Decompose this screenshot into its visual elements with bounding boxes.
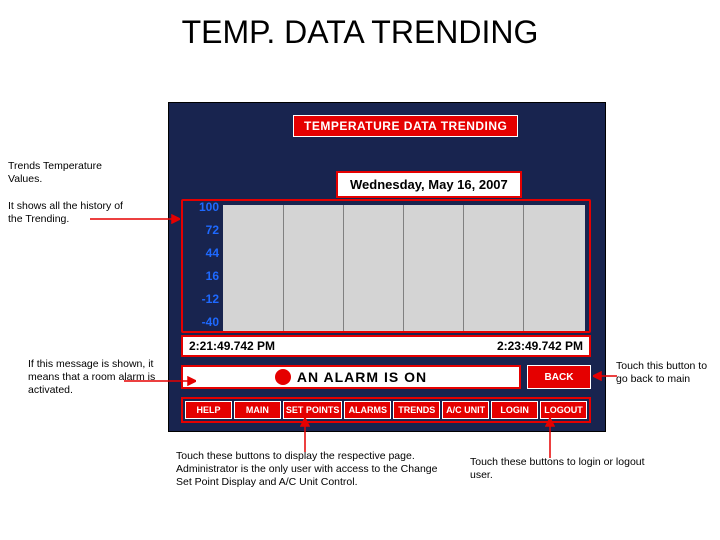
alarms-button[interactable]: ALARMS bbox=[344, 401, 391, 419]
alarm-text: AN ALARM IS ON bbox=[297, 369, 427, 385]
main-button[interactable]: MAIN bbox=[234, 401, 281, 419]
arrow-icon bbox=[300, 418, 310, 452]
page-title: TEMP. DATA TRENDING bbox=[0, 0, 720, 51]
annotation-trends-values: Trends Temperature Values. bbox=[8, 160, 138, 186]
hmi-title-badge: TEMPERATURE DATA TRENDING bbox=[293, 115, 518, 137]
arrow-icon bbox=[593, 371, 617, 381]
chart-grid-area bbox=[223, 205, 585, 331]
y-tick: -40 bbox=[187, 316, 219, 328]
time-start: 2:21:49.742 PM bbox=[189, 339, 275, 353]
y-tick: 72 bbox=[187, 224, 219, 236]
logout-button[interactable]: LOGOUT bbox=[540, 401, 587, 419]
annotation-nav-buttons: Touch these buttons to display the respe… bbox=[176, 450, 446, 489]
trends-button[interactable]: TRENDS bbox=[393, 401, 440, 419]
nav-button-bar: HELP MAIN SET POINTS ALARMS TRENDS A/C U… bbox=[181, 397, 591, 423]
arrow-icon bbox=[90, 214, 180, 224]
y-tick: -12 bbox=[187, 293, 219, 305]
arrow-icon bbox=[545, 418, 555, 458]
time-axis: 2:21:49.742 PM 2:23:49.742 PM bbox=[181, 335, 591, 357]
date-badge: Wednesday, May 16, 2007 bbox=[336, 171, 522, 198]
y-tick: 44 bbox=[187, 247, 219, 259]
alarm-indicator-icon bbox=[275, 369, 291, 385]
trend-chart: 100 72 44 16 -12 -40 bbox=[181, 199, 591, 333]
y-axis-ticks: 100 72 44 16 -12 -40 bbox=[187, 201, 221, 331]
login-button[interactable]: LOGIN bbox=[491, 401, 538, 419]
annotation-back: Touch this button to go back to main bbox=[616, 360, 716, 386]
back-button[interactable]: BACK bbox=[527, 365, 591, 389]
set-points-button[interactable]: SET POINTS bbox=[283, 401, 343, 419]
time-end: 2:23:49.742 PM bbox=[497, 339, 583, 353]
hmi-panel: TEMPERATURE DATA TRENDING Wednesday, May… bbox=[168, 102, 606, 432]
ac-unit-button[interactable]: A/C UNIT bbox=[442, 401, 489, 419]
alarm-row: AN ALARM IS ON BACK bbox=[181, 365, 591, 389]
help-button[interactable]: HELP bbox=[185, 401, 232, 419]
y-tick: 100 bbox=[187, 201, 219, 213]
arrow-icon bbox=[124, 376, 196, 386]
annotation-login-logout: Touch these buttons to login or logout u… bbox=[470, 456, 650, 482]
alarm-banner: AN ALARM IS ON bbox=[181, 365, 521, 389]
y-tick: 16 bbox=[187, 270, 219, 282]
